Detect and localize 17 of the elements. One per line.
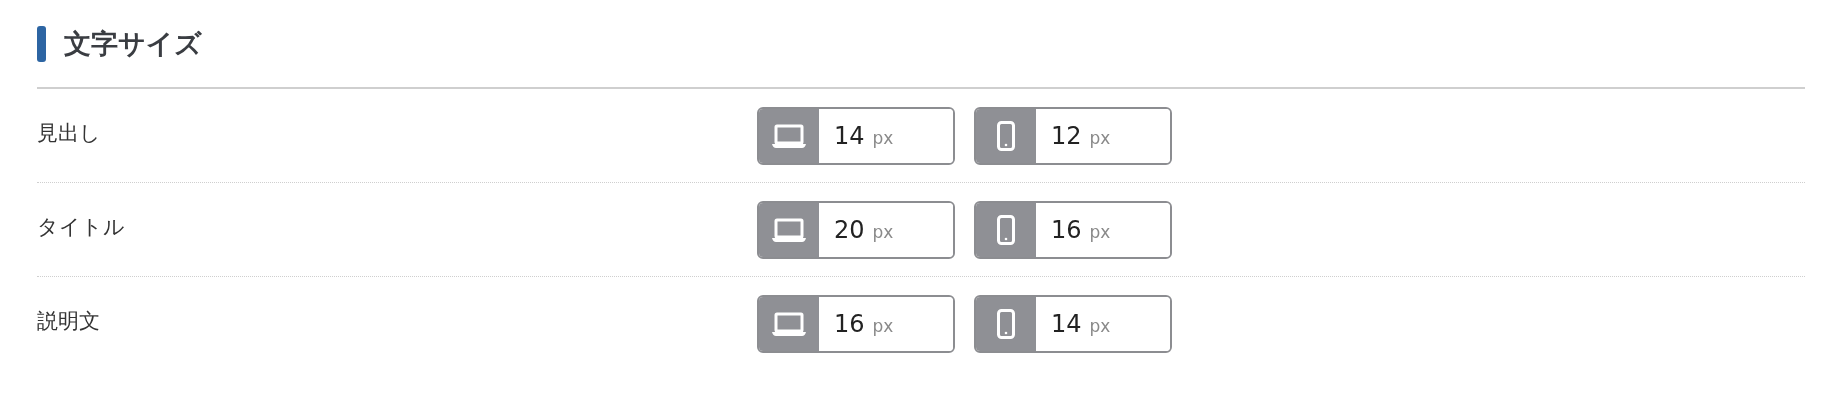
phone-icon [997,308,1015,339]
size-input[interactable]: 16 px [757,294,955,353]
phone-icon [997,120,1015,151]
laptop-icon [772,217,806,242]
laptop-icon [772,123,806,148]
row-label: 見出し [37,119,102,147]
phone-icon [997,214,1015,245]
row-label: 説明文 [37,307,101,335]
size-input[interactable]: 14 px [974,294,1172,353]
row-label: タイトル [37,213,126,241]
size-input[interactable]: 16 px [974,200,1172,259]
size-input[interactable]: 12 px [974,106,1172,165]
size-input[interactable]: 20 px [757,200,955,259]
section-title: 文字サイズ [64,27,202,61]
laptop-icon [772,311,806,336]
size-input[interactable]: 14 px [757,106,955,165]
accent-bar [37,26,46,62]
